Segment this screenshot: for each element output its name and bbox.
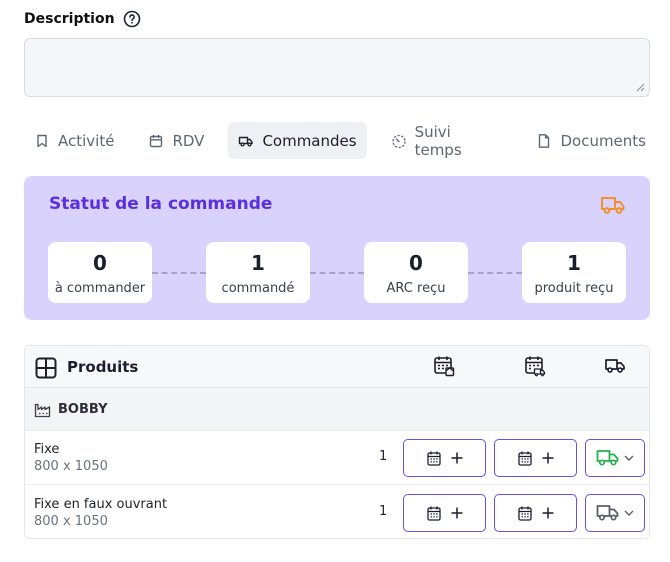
calendar-order-icon: [434, 356, 455, 377]
stat-label: ARC reçu: [386, 281, 446, 296]
plus-icon: [451, 507, 462, 519]
order-status-card: Statut de la commande 0 à commander 1 co…: [24, 176, 650, 320]
product-quantity: 1: [379, 449, 388, 464]
chevron-down-icon: [624, 455, 634, 461]
stat-arc-recu: 0 ARC reçu: [364, 242, 468, 303]
truck-icon: [605, 359, 625, 373]
tab-documents[interactable]: Documents: [526, 122, 656, 159]
stat-label: à commander: [54, 281, 146, 296]
calendar-icon: [426, 506, 441, 521]
status-connector: [468, 272, 522, 274]
grid-icon: [35, 357, 57, 379]
calendar-icon: [150, 134, 163, 147]
stat-value: 0: [93, 251, 107, 275]
tab-label: Suivi temps: [414, 122, 462, 159]
status-connector: [310, 272, 364, 274]
plus-icon: [542, 507, 553, 519]
supplier-name: BOBBY: [58, 402, 108, 417]
description-textarea[interactable]: [24, 38, 650, 97]
stat-label: commandé: [221, 281, 295, 296]
calendar-delivery-icon: [525, 356, 546, 377]
products-header: Produits: [25, 346, 649, 388]
tab-label: Activité: [58, 131, 115, 150]
help-icon[interactable]: [123, 10, 141, 28]
stat-produit-recu: 1 produit reçu: [522, 242, 626, 303]
plus-icon: [542, 452, 553, 464]
calendar-icon: [517, 506, 532, 521]
tab-label: RDV: [172, 131, 205, 150]
product-dimensions: 800 x 1050: [34, 459, 108, 474]
tab-label: Documents: [560, 131, 646, 150]
stat-value: 1: [251, 251, 265, 275]
chevron-down-icon: [624, 510, 634, 516]
tab-rdv[interactable]: RDV: [138, 122, 214, 159]
order-status-title: Statut de la commande: [49, 194, 273, 214]
supplier-group-row: BOBBY: [25, 388, 649, 431]
truck-icon: [239, 136, 254, 147]
truck-icon: [601, 197, 625, 214]
add-delivery-date-button[interactable]: [494, 439, 577, 477]
status-connector: [152, 272, 206, 274]
timer-icon: [391, 134, 406, 148]
calendar-icon: [517, 451, 532, 466]
tab-commandes[interactable]: Commandes: [228, 122, 367, 159]
product-quantity: 1: [379, 504, 388, 519]
tab-label: Commandes: [262, 131, 357, 150]
factory-icon: [34, 403, 51, 418]
stat-label: produit reçu: [534, 281, 614, 296]
add-delivery-date-button[interactable]: [494, 494, 577, 532]
product-name: Fixe: [34, 442, 60, 457]
truck-icon: [596, 505, 619, 521]
stat-a-commander: 0 à commander: [48, 242, 152, 303]
tab-bar: Activité RDV Commandes Suivi temps Docum…: [24, 122, 670, 159]
tab-activite[interactable]: Activité: [24, 122, 124, 159]
delivery-status-dropdown[interactable]: [585, 439, 645, 477]
delivery-status-dropdown[interactable]: [585, 494, 645, 532]
table-row: Fixe 800 x 1050 1: [25, 431, 649, 485]
stat-value: 1: [567, 251, 581, 275]
products-table: Produits BOBBY Fixe 800 x 1050 1 Fixe en…: [24, 345, 650, 539]
plus-icon: [451, 452, 462, 464]
bookmark-icon: [37, 134, 47, 147]
description-label: Description: [24, 11, 115, 27]
resize-grip-icon[interactable]: [636, 83, 645, 92]
calendar-icon: [426, 451, 441, 466]
description-header: Description: [24, 10, 141, 28]
table-row: Fixe en faux ouvrant 800 x 1050 1: [25, 486, 649, 538]
add-order-date-button[interactable]: [403, 439, 486, 477]
stat-value: 0: [409, 251, 423, 275]
tab-suivi-temps[interactable]: Suivi temps: [381, 122, 513, 159]
products-title: Produits: [67, 358, 139, 376]
add-order-date-button[interactable]: [403, 494, 486, 532]
truck-icon: [596, 450, 619, 466]
product-name: Fixe en faux ouvrant: [34, 497, 168, 512]
stat-commande: 1 commandé: [206, 242, 310, 303]
product-dimensions: 800 x 1050: [34, 514, 108, 529]
document-icon: [539, 133, 550, 148]
